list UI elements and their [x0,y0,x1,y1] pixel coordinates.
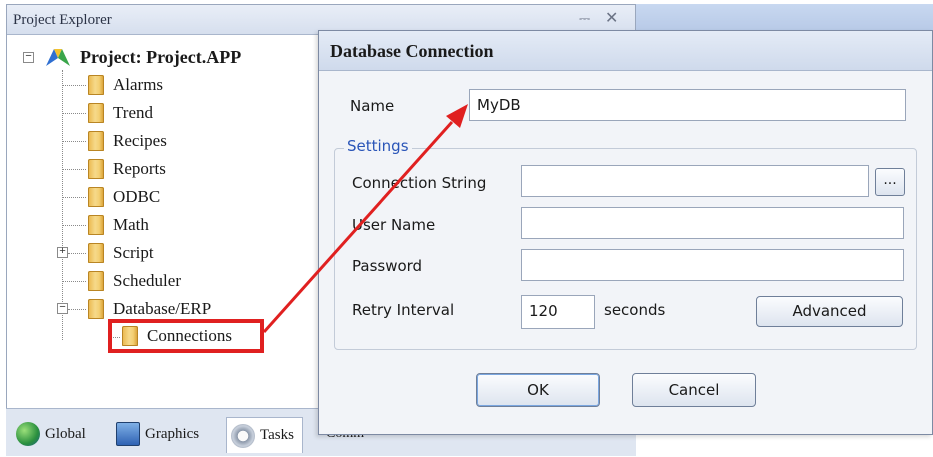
tree-line [62,225,86,226]
name-label: Name [350,97,395,115]
connections-highlight-box [108,319,264,353]
tree-item-math[interactable]: Math [88,212,149,238]
retry-interval-label: Retry Interval [352,301,455,319]
globe-icon [16,422,40,446]
connection-string-input[interactable] [521,165,869,197]
tree-item-project[interactable]: Project: Project.APP [44,44,241,70]
advanced-button[interactable]: Advanced [756,296,903,327]
password-input[interactable] [521,249,904,281]
user-name-input[interactable] [521,207,904,239]
dialog-title-bar: Database Connection [319,31,932,71]
folder-icon [88,215,104,235]
tree-item-trend[interactable]: Trend [88,100,153,126]
user-name-label: User Name [352,216,436,234]
tab-graphics[interactable]: Graphics [116,419,199,449]
project-icon [46,49,70,66]
folder-icon [88,75,104,95]
tree-item-alarms[interactable]: Alarms [88,72,163,98]
ok-button[interactable]: OK [476,373,600,407]
tab-label: Tasks [260,427,294,443]
folder-icon [88,159,104,179]
folder-icon [88,243,104,263]
tree-item-odbc[interactable]: ODBC [88,184,160,210]
tree-line [62,70,63,340]
folder-icon [88,271,104,291]
tree-line [62,281,86,282]
folder-icon [88,131,104,151]
tree-line [62,113,86,114]
tab-global[interactable]: Global [16,419,86,449]
gear-icon [231,423,255,448]
tree-line [68,253,86,254]
retry-interval-input[interactable]: 120 [521,295,595,329]
dialog-title: Database Connection [330,41,494,61]
tree-item-label: Trend [113,103,153,122]
tree-line [62,197,86,198]
tab-label: Global [45,425,86,442]
collapse-database-icon[interactable]: − [57,303,68,314]
project-label: Project: Project.APP [80,46,242,67]
tree-line [68,309,86,310]
tree-item-label: Math [113,215,149,234]
tree-item-label: Alarms [113,75,164,94]
tree-item-label: ODBC [113,187,161,206]
collapse-project-icon[interactable]: − [23,52,34,63]
close-icon[interactable]: ✕ [605,8,618,28]
expand-script-icon[interactable]: + [57,247,68,258]
tree-item-scheduler[interactable]: Scheduler [88,268,181,294]
tree-line [62,141,86,142]
tree-item-label: Database/ERP [113,299,212,318]
pin-icon[interactable]: ⎓ [579,10,590,27]
tree-item-recipes[interactable]: Recipes [88,128,167,154]
explorer-title: Project Explorer [13,12,112,28]
settings-legend: Settings [344,137,412,155]
tab-label: Graphics [145,425,200,442]
folder-icon [88,187,104,207]
cancel-button[interactable]: Cancel [632,373,756,407]
password-label: Password [352,257,423,275]
tree-line [62,169,86,170]
tab-tasks[interactable]: Tasks [226,417,303,453]
retry-units-label: seconds [604,301,666,319]
tree-item-label: Script [113,243,154,262]
folder-icon [88,299,104,319]
tree-item-label: Recipes [113,131,167,150]
tree-line [62,85,86,86]
name-input[interactable]: MyDB [469,89,906,121]
tree-item-label: Scheduler [113,271,181,290]
graphics-icon [116,422,140,446]
tree-item-label: Reports [113,159,166,178]
database-connection-dialog: Database Connection Name MyDB Settings C… [318,30,933,435]
browse-button[interactable]: ... [875,168,905,196]
connection-string-label: Connection String [352,174,487,192]
tree-item-script[interactable]: Script [88,240,154,266]
tree-item-reports[interactable]: Reports [88,156,166,182]
folder-icon [88,103,104,123]
